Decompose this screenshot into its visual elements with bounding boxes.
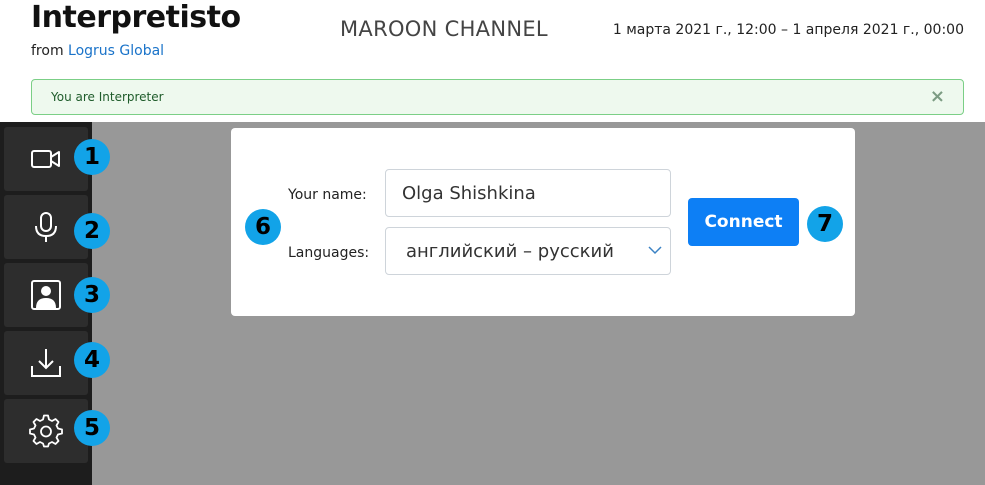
step-badge-6: 6 <box>245 209 281 245</box>
from-prefix: from <box>31 43 69 59</box>
download-icon <box>31 349 61 377</box>
name-input[interactable]: Olga Shishkina <box>385 169 671 217</box>
role-alert: You are Interpreter × <box>31 79 964 115</box>
chevron-down-icon <box>648 246 662 255</box>
gear-icon <box>29 414 63 448</box>
video-camera-icon <box>31 150 60 168</box>
microphone-icon <box>35 212 57 242</box>
step-badge-4: 4 <box>74 342 110 378</box>
page-header: Interpretisto from Logrus Global MAROON … <box>0 0 985 122</box>
step-badge-1: 1 <box>74 139 110 175</box>
connect-button[interactable]: Connect <box>688 198 799 246</box>
alert-text: You are Interpreter <box>51 90 164 104</box>
languages-label: Languages: <box>288 245 370 261</box>
company-link[interactable]: Logrus Global <box>68 43 164 59</box>
brand-subtitle: from Logrus Global <box>31 43 164 59</box>
step-badge-5: 5 <box>74 410 110 446</box>
user-portrait-icon <box>31 280 61 310</box>
app-title: Interpretisto <box>31 0 241 35</box>
step-badge-3: 3 <box>74 277 110 313</box>
step-badge-7: 7 <box>807 206 843 242</box>
channel-name: MAROON CHANNEL <box>340 17 548 41</box>
event-date-range: 1 марта 2021 г., 12:00 – 1 апреля 2021 г… <box>612 22 964 38</box>
close-icon[interactable]: × <box>930 87 945 107</box>
name-label: Your name: <box>288 187 367 203</box>
step-badge-2: 2 <box>74 213 110 249</box>
languages-value: английский – русский <box>406 241 614 262</box>
languages-select[interactable]: английский – русский <box>385 227 671 275</box>
